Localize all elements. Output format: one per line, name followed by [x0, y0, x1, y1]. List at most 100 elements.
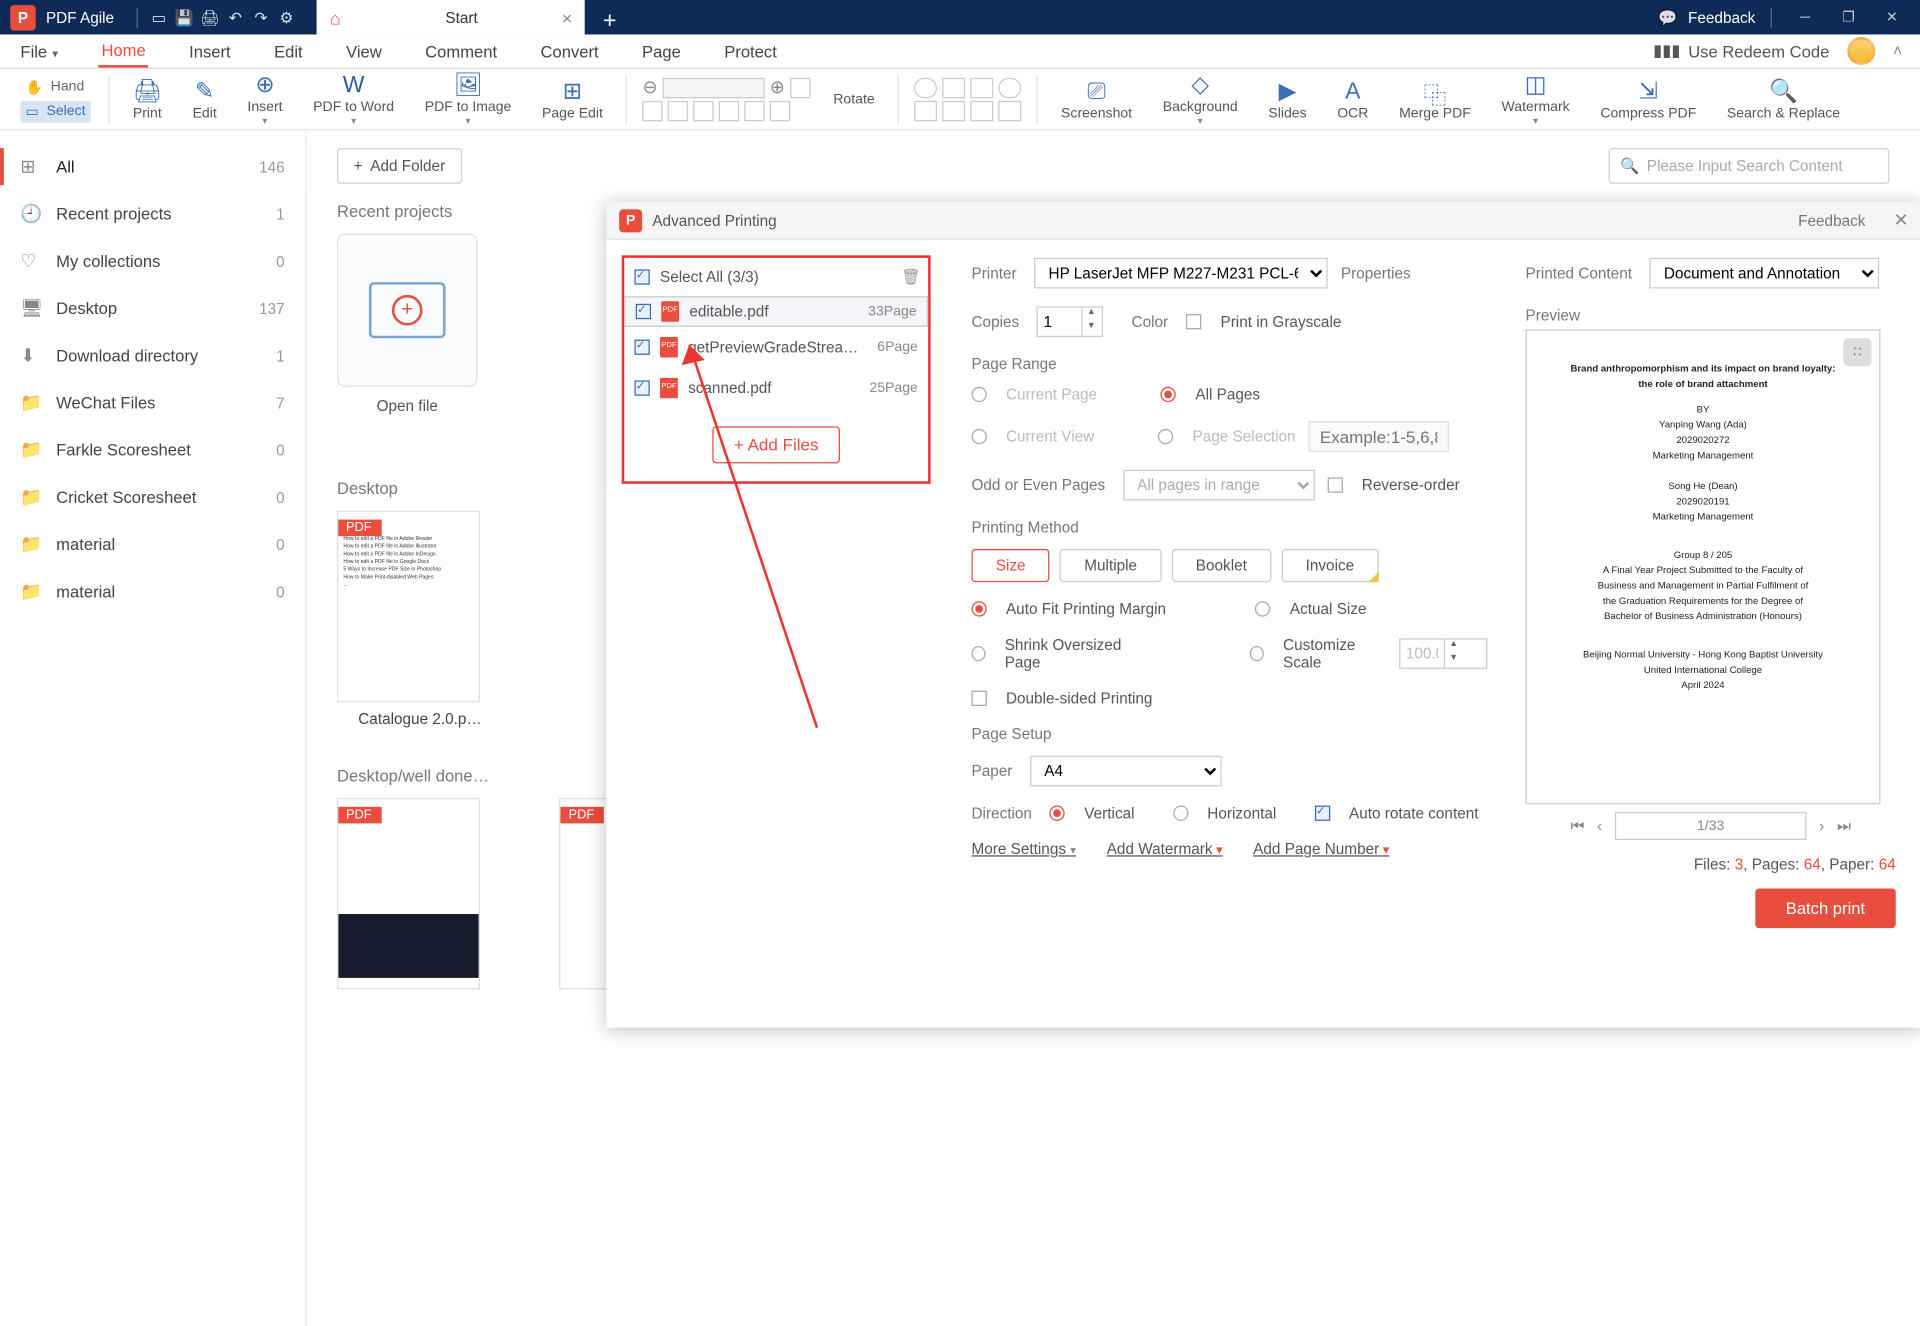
more-settings-link[interactable]: More Settings ▾: [971, 840, 1076, 858]
menu-comment[interactable]: Comment: [423, 36, 500, 65]
file-row-3[interactable]: scanned.pdf 25Page: [624, 368, 928, 409]
page-selection-input[interactable]: [1308, 421, 1448, 452]
print-icon[interactable]: 🖨: [197, 4, 223, 30]
actual-size-radio[interactable]: [1255, 601, 1270, 616]
close-tab-icon[interactable]: ×: [562, 7, 572, 27]
menu-convert[interactable]: Convert: [538, 36, 601, 65]
view-mode-3-icon[interactable]: [694, 101, 714, 121]
user-avatar[interactable]: [1847, 37, 1875, 65]
search-input[interactable]: 🔍Please Input Search Content: [1609, 148, 1890, 184]
menu-home[interactable]: Home: [99, 35, 148, 67]
slides-button[interactable]: ▶Slides: [1256, 69, 1320, 129]
view-mode-2-icon[interactable]: [668, 101, 688, 121]
auto-fit-radio[interactable]: [971, 601, 986, 616]
print-button[interactable]: 🖨Print: [120, 69, 175, 129]
screenshot-button[interactable]: ⎚Screenshot: [1048, 69, 1145, 129]
view-mode-1-icon[interactable]: [642, 101, 662, 121]
annot-8-icon[interactable]: [998, 100, 1021, 120]
sidebar-item-material1[interactable]: 📁material0: [0, 521, 305, 568]
background-button[interactable]: ◇Background▾: [1150, 69, 1250, 129]
feedback-link[interactable]: Feedback: [1688, 8, 1755, 26]
file-row-1[interactable]: editable.pdf 33Page: [624, 296, 928, 327]
zoom-out-icon[interactable]: ⊖: [642, 77, 657, 99]
menu-edit[interactable]: Edit: [272, 36, 306, 65]
sidebar-item-recent[interactable]: 🕘Recent projects1: [0, 190, 305, 237]
menu-page[interactable]: Page: [639, 36, 683, 65]
open-icon[interactable]: ▭: [146, 4, 172, 30]
save-icon[interactable]: 💾: [172, 4, 198, 30]
menu-insert[interactable]: Insert: [187, 36, 234, 65]
reverse-order-checkbox[interactable]: [1327, 477, 1342, 492]
file-card-1[interactable]: PDF: [337, 798, 503, 989]
open-file-card[interactable]: +: [337, 234, 477, 387]
prev-page-icon[interactable]: ‹: [1597, 817, 1602, 835]
stepper-up-icon[interactable]: ▲: [1083, 308, 1100, 322]
pdf-to-image-button[interactable]: 🖼PDF to Image▾: [412, 69, 524, 129]
annot-1-icon[interactable]: [914, 77, 937, 97]
rotate-right-icon[interactable]: [770, 101, 790, 121]
annot-4-icon[interactable]: [998, 77, 1021, 97]
annot-7-icon[interactable]: [970, 100, 993, 120]
settings-icon[interactable]: ⚙: [274, 4, 300, 30]
printer-select[interactable]: HP LaserJet MFP M227-M231 PCL-6: [1034, 258, 1328, 289]
annot-2-icon[interactable]: [942, 77, 965, 97]
zoom-select[interactable]: [663, 77, 765, 97]
new-tab-button[interactable]: +: [603, 8, 616, 35]
redo-icon[interactable]: ↷: [248, 4, 274, 30]
edit-button[interactable]: ✎Edit: [180, 69, 230, 129]
annot-3-icon[interactable]: [970, 77, 993, 97]
add-files-button[interactable]: + Add Files: [712, 426, 840, 463]
current-page-radio[interactable]: [971, 387, 986, 402]
merge-pdf-button[interactable]: ⿻Merge PDF: [1386, 69, 1483, 129]
dialog-feedback-link[interactable]: Feedback: [1798, 211, 1865, 229]
watermark-button[interactable]: ◫Watermark▾: [1489, 69, 1583, 129]
properties-link[interactable]: Properties: [1341, 264, 1411, 282]
printed-content-select[interactable]: Document and Annotation: [1650, 258, 1880, 289]
zoom-in-icon[interactable]: ⊕: [770, 77, 785, 99]
page-indicator-input[interactable]: [1615, 812, 1806, 840]
close-dialog-button[interactable]: ✕: [1894, 209, 1909, 231]
sidebar-item-material2[interactable]: 📁material0: [0, 568, 305, 615]
batch-print-button[interactable]: Batch print: [1755, 889, 1896, 929]
collapse-ribbon-icon[interactable]: ˄: [1893, 42, 1902, 60]
all-pages-radio[interactable]: [1161, 387, 1176, 402]
file-row-2[interactable]: getPreviewGradeStrea… 6Page: [624, 327, 928, 368]
menu-view[interactable]: View: [344, 36, 385, 65]
maximize-button[interactable]: ❐: [1831, 4, 1867, 30]
annot-5-icon[interactable]: [914, 100, 937, 120]
minimize-button[interactable]: ─: [1787, 4, 1823, 30]
add-folder-button[interactable]: +Add Folder: [337, 148, 462, 184]
next-page-icon[interactable]: ›: [1819, 817, 1824, 835]
view-mode-4-icon[interactable]: [719, 101, 739, 121]
fit-page-icon[interactable]: [790, 77, 810, 97]
shrink-oversized-radio[interactable]: [971, 646, 985, 661]
vertical-radio[interactable]: [1050, 806, 1065, 821]
select-all-row[interactable]: Select All (3/3) 🗑: [624, 258, 928, 296]
close-window-button[interactable]: ✕: [1874, 4, 1910, 30]
sidebar-item-wechat[interactable]: 📁WeChat Files7: [0, 379, 305, 426]
page-edit-button[interactable]: ⊞Page Edit: [529, 69, 615, 129]
file-checkbox[interactable]: [634, 340, 649, 355]
select-tool[interactable]: ▭Select: [20, 100, 90, 122]
pm-tab-size[interactable]: Size: [971, 549, 1049, 582]
sidebar-item-desktop[interactable]: 🖥Desktop137: [0, 285, 305, 332]
last-page-icon[interactable]: ⏭: [1837, 816, 1851, 835]
custom-scale-stepper[interactable]: ▲▼: [1399, 638, 1487, 669]
copies-stepper[interactable]: ▲▼: [1037, 306, 1103, 337]
compress-pdf-button[interactable]: ⇲Compress PDF: [1588, 69, 1710, 129]
delete-icon[interactable]: 🗑: [901, 268, 920, 286]
annot-6-icon[interactable]: [942, 100, 965, 120]
rotate-left-icon[interactable]: [745, 101, 765, 121]
expand-preview-icon[interactable]: ⛶: [1843, 338, 1871, 366]
grayscale-checkbox[interactable]: [1186, 314, 1201, 329]
current-view-radio[interactable]: [971, 429, 986, 444]
rotate-button[interactable]: Rotate: [821, 69, 888, 129]
add-page-number-link[interactable]: Add Page Number: [1253, 840, 1389, 858]
search-replace-button[interactable]: 🔍Search & Replace: [1714, 69, 1853, 129]
page-selection-radio[interactable]: [1158, 429, 1173, 444]
pm-tab-invoice[interactable]: Invoice: [1281, 549, 1378, 582]
double-sided-checkbox[interactable]: [971, 691, 986, 706]
sidebar-item-all[interactable]: ⊞All146: [0, 143, 305, 190]
sidebar-item-collections[interactable]: ♡My collections0: [0, 237, 305, 284]
redeem-button[interactable]: ▮▮▮ Use Redeem Code: [1653, 41, 1829, 61]
